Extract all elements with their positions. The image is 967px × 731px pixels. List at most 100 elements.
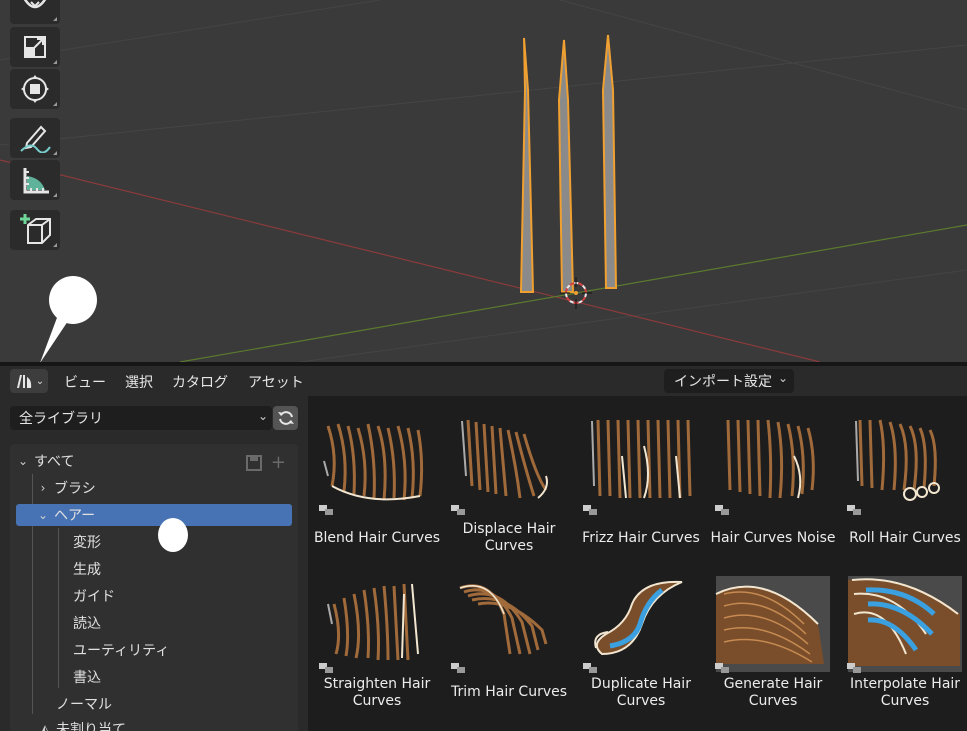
asset-grid[interactable]: Blend Hair Curves Displace Hair Curves F… bbox=[308, 396, 967, 731]
catalog-item-utility[interactable]: ユーティリティ bbox=[16, 639, 292, 661]
callout-marker-1 bbox=[40, 276, 97, 362]
catalog-tree: + ⌄ すべて › ブラシ ⌄ ヘアー 変形 生成 ガイド 読込 ユーティリティ… bbox=[10, 444, 298, 731]
asset-tile[interactable]: Roll Hair Curves bbox=[842, 416, 967, 546]
catalog-item-label: 未割り当て bbox=[56, 722, 126, 731]
chevron-right-icon[interactable]: › bbox=[36, 481, 50, 495]
rotate-icon bbox=[23, 0, 47, 9]
catalog-item-guide[interactable]: ガイド bbox=[16, 585, 292, 607]
asset-browser-icon bbox=[16, 375, 31, 388]
asset-tile[interactable]: Generate Hair Curves bbox=[710, 574, 836, 709]
chevron-down-icon: ⌄ bbox=[777, 371, 788, 385]
blender-window: ⌄ ビュー 選択 カタログ アセット インポート設定 ⌄ 全ライブラリ ⌄ + … bbox=[0, 0, 967, 731]
menu-catalog[interactable]: カタログ bbox=[172, 372, 228, 392]
hair-thumbnail-icon bbox=[327, 583, 419, 661]
refresh-icon bbox=[277, 411, 294, 425]
viewport-scene bbox=[0, 0, 967, 362]
hair-strands bbox=[519, 34, 618, 293]
asset-name: Generate Hair Curves bbox=[723, 676, 823, 709]
add-cube-icon bbox=[20, 214, 51, 244]
asset-tile[interactable]: Duplicate Hair Curves bbox=[578, 574, 704, 709]
hair-thumbnail-icon bbox=[594, 580, 683, 656]
hair-thumbnail-icon bbox=[461, 419, 548, 499]
asset-browser-header: ⌄ ビュー 選択 カタログ アセット インポート設定 ⌄ bbox=[0, 366, 967, 396]
linked-library-icon bbox=[847, 505, 861, 515]
asset-tile[interactable]: Blend Hair Curves bbox=[314, 416, 440, 546]
asset-tile[interactable]: Trim Hair Curves bbox=[446, 574, 572, 704]
catalog-item-label: すべて bbox=[34, 454, 75, 470]
chevron-down-icon: ⌄ bbox=[257, 409, 268, 423]
catalog-item-label: ガイド bbox=[73, 589, 115, 605]
asset-name: Interpolate Hair Curves bbox=[849, 676, 961, 709]
asset-name: Frizz Hair Curves bbox=[582, 530, 700, 546]
asset-name: Duplicate Hair Curves bbox=[591, 676, 691, 709]
transform-icon bbox=[21, 75, 49, 103]
annotate-icon bbox=[20, 125, 51, 153]
transform-tool-button[interactable] bbox=[10, 69, 60, 109]
menu-select[interactable]: 選択 bbox=[125, 372, 153, 392]
rotate-tool-button[interactable] bbox=[10, 0, 60, 24]
3d-viewport[interactable] bbox=[0, 0, 967, 362]
asset-browser: ⌄ ビュー 選択 カタログ アセット インポート設定 ⌄ 全ライブラリ ⌄ + … bbox=[0, 366, 967, 731]
catalog-item-label: 書込 bbox=[73, 670, 101, 686]
catalog-item-hair[interactable]: ⌄ ヘアー bbox=[16, 504, 292, 526]
linked-library-icon bbox=[715, 505, 729, 515]
hair-thumbnail-icon bbox=[726, 419, 815, 499]
asset-name: Blend Hair Curves bbox=[313, 530, 441, 546]
linked-library-icon bbox=[715, 663, 729, 673]
import-settings-label: インポート設定 bbox=[674, 374, 772, 390]
hair-thumbnail-icon bbox=[855, 419, 940, 501]
unassigned-icon: ◭ bbox=[40, 722, 50, 731]
catalog-item-label: 読込 bbox=[73, 616, 101, 632]
catalog-item-read[interactable]: 読込 bbox=[16, 612, 292, 634]
linked-library-icon bbox=[583, 663, 597, 673]
catalog-item-all[interactable]: ⌄ すべて bbox=[16, 450, 292, 472]
linked-library-icon bbox=[451, 663, 465, 673]
asset-tile[interactable]: Displace Hair Curves bbox=[446, 416, 572, 554]
menu-asset[interactable]: アセット bbox=[248, 372, 304, 392]
hair-thumbnail-icon bbox=[715, 576, 830, 672]
chevron-down-icon[interactable]: ⌄ bbox=[16, 454, 30, 468]
library-selector[interactable]: 全ライブラリ ⌄ bbox=[10, 406, 272, 430]
add-cube-tool-button[interactable] bbox=[10, 210, 60, 250]
catalog-item-label: ブラシ bbox=[54, 481, 96, 497]
catalog-item-label: ヘアー bbox=[54, 508, 96, 524]
asset-tile[interactable]: Interpolate Hair Curves bbox=[842, 574, 967, 709]
hair-thumbnail-icon bbox=[591, 419, 692, 499]
asset-name: Displace Hair Curves bbox=[462, 521, 556, 554]
asset-name: Roll Hair Curves bbox=[849, 530, 961, 546]
catalog-item-normal[interactable]: ノーマル bbox=[16, 693, 292, 715]
scale-tool-button[interactable] bbox=[10, 27, 60, 67]
linked-library-icon bbox=[583, 505, 597, 515]
linked-library-icon bbox=[319, 505, 333, 515]
catalog-item-label: ユーティリティ bbox=[73, 643, 170, 659]
linked-library-icon bbox=[451, 505, 465, 515]
scale-icon bbox=[24, 36, 46, 58]
annotate-tool-button[interactable] bbox=[10, 118, 60, 158]
chevron-down-icon: ⌄ bbox=[35, 375, 45, 387]
asset-tile[interactable]: Hair Curves Noise bbox=[710, 416, 836, 546]
catalog-item-deform[interactable]: 変形 bbox=[16, 531, 292, 553]
measure-icon bbox=[23, 168, 49, 194]
hair-thumbnail-icon bbox=[323, 423, 424, 501]
catalog-item-write[interactable]: 書込 bbox=[16, 666, 292, 688]
import-settings-dropdown[interactable]: インポート設定 ⌄ bbox=[664, 369, 794, 393]
refresh-library-button[interactable] bbox=[273, 406, 298, 430]
callout-marker-2 bbox=[158, 518, 188, 552]
asset-tile[interactable]: Frizz Hair Curves bbox=[578, 416, 704, 546]
catalog-item-generate[interactable]: 生成 bbox=[16, 558, 292, 580]
hair-thumbnail-icon bbox=[459, 584, 548, 655]
catalog-item-label: 変形 bbox=[73, 535, 101, 551]
catalog-item-unassigned[interactable]: ◭ 未割り当て bbox=[16, 718, 292, 731]
catalog-item-label: 生成 bbox=[73, 562, 101, 578]
editor-type-button[interactable]: ⌄ bbox=[10, 369, 48, 393]
linked-library-icon bbox=[847, 663, 861, 673]
linked-library-icon bbox=[319, 663, 333, 673]
catalog-sidebar: 全ライブラリ ⌄ + ⌄ すべて › ブラシ ⌄ ヘアー 変形 生成 ガイド 読… bbox=[0, 396, 308, 731]
asset-name: Straighten Hair Curves bbox=[323, 676, 431, 709]
measure-tool-button[interactable] bbox=[10, 160, 60, 200]
asset-tile[interactable]: Straighten Hair Curves bbox=[314, 574, 440, 709]
catalog-item-brush[interactable]: › ブラシ bbox=[16, 477, 292, 499]
menu-view[interactable]: ビュー bbox=[64, 372, 106, 392]
chevron-down-icon[interactable]: ⌄ bbox=[36, 508, 50, 522]
hair-thumbnail-icon bbox=[848, 576, 962, 672]
